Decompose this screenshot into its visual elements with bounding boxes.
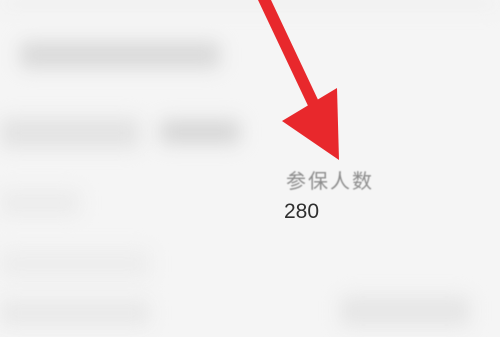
app-screen: 参保人数 280: [0, 0, 500, 337]
red-arrow-icon: [258, 0, 339, 160]
arrow-shaft: [258, 0, 320, 110]
